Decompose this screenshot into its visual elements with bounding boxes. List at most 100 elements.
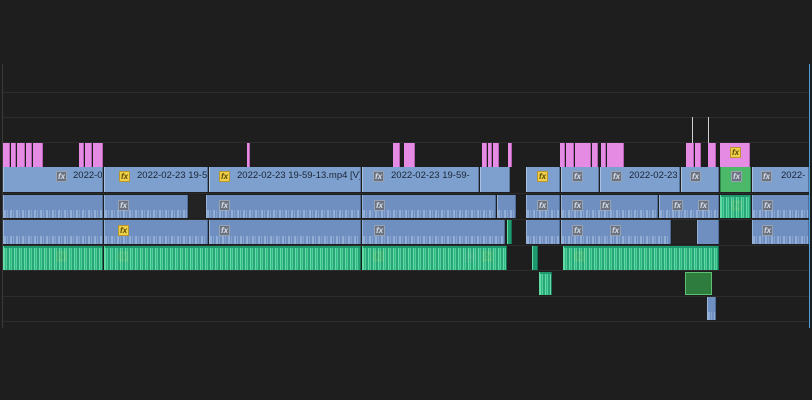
audio-waveform bbox=[105, 248, 360, 270]
fx-badge: fx bbox=[537, 171, 548, 182]
adjustment-clip[interactable] bbox=[11, 143, 16, 167]
audio-clip[interactable]: fx bbox=[563, 246, 719, 270]
fx-badge: fx bbox=[219, 171, 230, 182]
audio-clip[interactable]: fx fx bbox=[561, 220, 671, 244]
audio-waveform bbox=[564, 248, 718, 270]
fx-badge: fx bbox=[572, 171, 583, 182]
audio-clip[interactable] bbox=[497, 195, 516, 218]
fx-badge: fx bbox=[374, 225, 385, 236]
video-clip[interactable]: fx 2022-02-23 19-59-13.mp4 [V] bbox=[209, 167, 361, 192]
adjustment-clip[interactable] bbox=[601, 143, 606, 167]
audio-clip[interactable] bbox=[526, 220, 560, 244]
audio-waveform bbox=[363, 248, 506, 270]
fx-badge: fx bbox=[731, 171, 742, 182]
audio-waveform bbox=[708, 312, 715, 320]
audio-clip-selected[interactable]: fx bbox=[720, 195, 751, 218]
adjustment-clip[interactable] bbox=[393, 143, 400, 167]
audio-clip[interactable] bbox=[507, 220, 512, 244]
fx-badge: fx bbox=[762, 225, 773, 236]
audio-clip[interactable]: fx bbox=[104, 195, 188, 218]
audio-waveform bbox=[4, 210, 102, 218]
video-clip[interactable] bbox=[480, 167, 510, 192]
audio-waveform bbox=[562, 210, 657, 218]
playhead[interactable] bbox=[809, 64, 810, 328]
audio-clip[interactable]: fx bbox=[206, 195, 361, 218]
audio-clip[interactable]: fx fx bbox=[659, 195, 719, 218]
adjustment-clip[interactable] bbox=[686, 143, 694, 167]
audio-clip[interactable]: fx bbox=[362, 220, 505, 244]
audio-clip[interactable] bbox=[697, 220, 719, 244]
audio-waveform bbox=[660, 210, 718, 218]
track-gap bbox=[189, 195, 205, 218]
adjustment-clip[interactable] bbox=[488, 143, 492, 167]
adjustment-clip[interactable] bbox=[26, 143, 32, 167]
audio-clip[interactable]: fx bbox=[362, 195, 496, 218]
fx-badge: fx bbox=[690, 171, 701, 182]
adjustment-clip[interactable] bbox=[708, 143, 716, 167]
audio-clip[interactable]: fx bbox=[209, 220, 361, 244]
audio-waveform bbox=[105, 210, 187, 218]
video-clip[interactable]: fx 2022-0 bbox=[3, 167, 103, 192]
adjustment-clip[interactable] bbox=[3, 143, 10, 167]
audio-waveform bbox=[753, 210, 808, 218]
audio-clip[interactable]: fx bbox=[104, 220, 208, 244]
video-clip[interactable]: fx 2022-02-23 bbox=[600, 167, 680, 192]
audio-waveform bbox=[4, 248, 102, 270]
audio-clip-small[interactable] bbox=[707, 297, 716, 320]
track-divider bbox=[3, 92, 809, 93]
sequence-timeline: fx fx 2022-0 fx 2022-02-23 19-5 fx 2022-… bbox=[0, 0, 812, 400]
video-clip[interactable]: fx 2022- bbox=[752, 167, 809, 192]
audio-clip[interactable]: fx fx bbox=[561, 195, 658, 218]
audio-clip[interactable]: fx bbox=[752, 195, 809, 218]
audio-waveform bbox=[562, 236, 670, 244]
audio-clip[interactable]: fx bbox=[752, 220, 809, 244]
adjustment-clip[interactable] bbox=[85, 143, 92, 167]
audio-waveform bbox=[527, 236, 559, 244]
adjustment-clip-fx[interactable]: fx bbox=[720, 143, 750, 167]
adjustment-clip[interactable] bbox=[79, 143, 84, 167]
video-clip[interactable]: fx bbox=[681, 167, 719, 192]
adjustment-clip[interactable] bbox=[695, 143, 701, 167]
adjustment-clip[interactable] bbox=[508, 143, 512, 167]
audio-clip-small[interactable] bbox=[685, 272, 712, 295]
adjustment-clip[interactable] bbox=[404, 143, 415, 167]
fx-badge: fx bbox=[572, 225, 583, 236]
audio-clip[interactable]: fx bbox=[526, 195, 560, 218]
audio-waveform bbox=[363, 210, 495, 218]
video-clip[interactable]: fx bbox=[561, 167, 599, 192]
adjustment-clip[interactable] bbox=[247, 143, 250, 167]
edit-marker bbox=[708, 117, 709, 143]
audio-clip-small[interactable] bbox=[539, 272, 552, 295]
video-clip-selected[interactable]: fx bbox=[720, 167, 751, 192]
audio-clip[interactable] bbox=[3, 195, 103, 218]
adjustment-clip[interactable] bbox=[493, 143, 499, 167]
video-clip[interactable]: fx 2022-02-23 19-5 bbox=[104, 167, 208, 192]
adjustment-clip[interactable] bbox=[33, 143, 43, 167]
adjustment-clip[interactable] bbox=[592, 143, 598, 167]
audio-clip[interactable]: fx bbox=[104, 246, 361, 270]
audio-clip[interactable]: fx bbox=[3, 246, 103, 270]
adjustment-clip[interactable] bbox=[482, 143, 487, 167]
audio-waveform bbox=[363, 236, 504, 244]
adjustment-clip[interactable] bbox=[575, 143, 591, 167]
fx-badge: fx bbox=[373, 171, 384, 182]
track-divider bbox=[3, 117, 809, 118]
track-divider bbox=[3, 321, 809, 322]
fx-badge: fx bbox=[118, 225, 129, 236]
adjustment-clip[interactable] bbox=[566, 143, 574, 167]
edit-marker bbox=[692, 117, 693, 143]
video-clip[interactable]: fx bbox=[526, 167, 560, 192]
audio-clip[interactable]: fx fx fx bbox=[362, 246, 507, 270]
adjustment-clip[interactable] bbox=[17, 143, 25, 167]
video-clip[interactable]: fx 2022-02-23 19-59- bbox=[362, 167, 479, 192]
adjustment-clip[interactable] bbox=[560, 143, 565, 167]
track-divider bbox=[3, 270, 809, 271]
fx-badge: fx bbox=[56, 171, 67, 182]
fx-badge: fx bbox=[761, 171, 772, 182]
adjustment-clip[interactable] bbox=[607, 143, 624, 167]
audio-clip[interactable] bbox=[532, 246, 538, 270]
adjustment-clip[interactable] bbox=[93, 143, 103, 167]
audio-clip[interactable] bbox=[3, 220, 103, 244]
audio-waveform bbox=[540, 274, 551, 295]
clip-name: 2022- bbox=[781, 170, 806, 181]
